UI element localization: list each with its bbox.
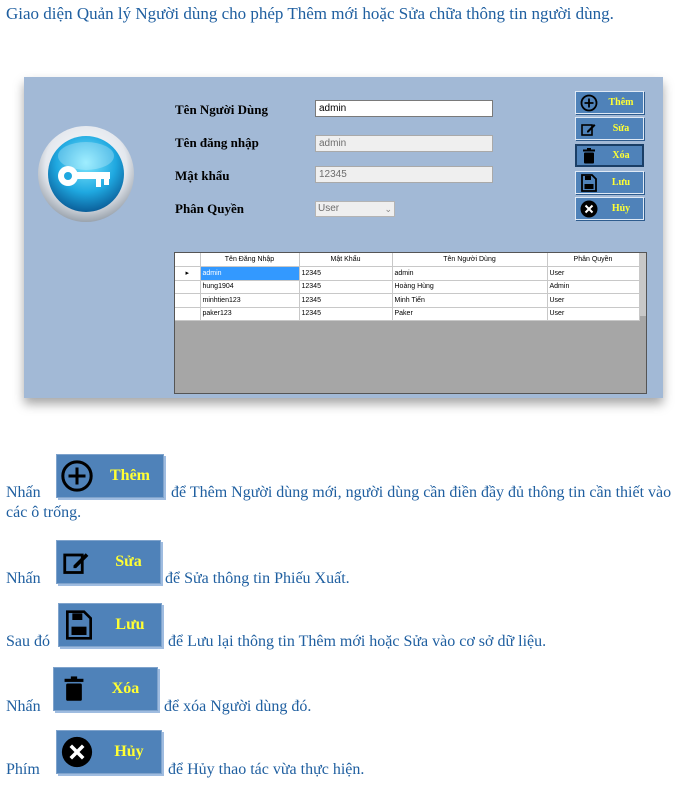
user-management-window: Tên Người Dùng admin Tên đăng nhập admin…: [24, 77, 663, 398]
table-cell[interactable]: User: [547, 307, 640, 321]
intro-text: Giao diện Quản lý Người dùng cho phép Th…: [6, 4, 614, 23]
name-field[interactable]: admin: [315, 100, 493, 117]
role-value: User: [318, 203, 340, 214]
column-header-login[interactable]: Tên Đăng Nhập: [200, 253, 300, 267]
password-label: Mật khẩu: [175, 168, 230, 183]
users-table: Tên Đăng Nhập Mật Khẩu Tên Người Dùng Ph…: [175, 253, 640, 321]
edit-button[interactable]: Sửa: [575, 117, 644, 140]
delete-button[interactable]: Xóa: [575, 144, 644, 167]
role-select[interactable]: User ⌄: [315, 201, 395, 217]
table-cell[interactable]: User: [547, 293, 640, 308]
close-circle-icon: [57, 736, 97, 768]
table-row[interactable]: ▸ admin 12345 admin User: [175, 266, 640, 281]
table-cell[interactable]: 12345: [299, 293, 393, 308]
delete-instruction-prefix: Nhấn: [6, 698, 41, 715]
trash-icon: [54, 675, 94, 703]
plus-circle-icon: [579, 93, 599, 113]
row-header: [175, 280, 201, 294]
edit-button-label: Sửa: [612, 123, 630, 134]
cancel-instruction-prefix: Phím: [6, 761, 40, 778]
edit-instruction-text: để Sửa thông tin Phiếu Xuất.: [165, 570, 350, 587]
row-header: [175, 293, 201, 308]
table-cell[interactable]: Minh Tiến: [392, 293, 548, 308]
table-cell[interactable]: 12345: [299, 280, 393, 294]
save-instruction-text: để Lưu lại thông tin Thêm mới hoặc Sửa v…: [168, 633, 547, 650]
table-row[interactable]: hung1904 12345 Hoàng Hùng Admin: [175, 280, 640, 294]
name-label: Tên Người Dùng: [175, 102, 269, 117]
cancel-sample-label: Hủy: [114, 743, 144, 760]
save-button-label: Lưu: [611, 177, 631, 188]
key-icon: [38, 126, 134, 222]
save-icon: [579, 173, 599, 193]
save-sample-label: Lưu: [115, 616, 145, 633]
vertical-scrollbar[interactable]: [640, 253, 646, 316]
table-cell[interactable]: minhtien123: [200, 293, 300, 308]
edit-instruction-prefix: Nhấn: [6, 570, 41, 587]
trash-icon: [579, 146, 599, 166]
table-cell[interactable]: 12345: [299, 266, 393, 281]
table-row[interactable]: paker123 12345 Paker User: [175, 307, 640, 321]
delete-instruction-text: để xóa Người dùng đó.: [164, 698, 312, 715]
table-cell[interactable]: admin: [392, 266, 548, 281]
chevron-down-icon: ⌄: [384, 204, 392, 214]
edit-button-sample: Sửa: [56, 540, 161, 584]
table-cell[interactable]: admin: [200, 266, 300, 281]
add-instruction-text: để Thêm Người dùng mới, người dùng cần đ…: [6, 484, 672, 521]
save-instruction-prefix: Sau đó: [6, 633, 50, 650]
add-button-label: Thêm: [608, 97, 634, 108]
column-header-role[interactable]: Phân Quyền: [547, 253, 640, 267]
table-cell[interactable]: Admin: [547, 280, 640, 294]
table-cell[interactable]: User: [547, 266, 640, 281]
delete-button-label: Xóa: [612, 150, 630, 161]
column-header-password[interactable]: Mật Khẩu: [299, 253, 393, 267]
table-cell[interactable]: 12345: [299, 307, 393, 321]
role-label: Phân Quyền: [175, 201, 244, 216]
edit-sample-label: Sửa: [115, 553, 142, 570]
password-field[interactable]: 12345: [315, 166, 493, 183]
cancel-button-sample: Hủy: [56, 730, 162, 774]
cancel-instruction-text: để Hủy thao tác vừa thực hiện.: [168, 761, 365, 778]
column-header-user-name[interactable]: Tên Người Dùng: [392, 253, 548, 267]
row-header: [175, 307, 201, 321]
table-cell[interactable]: Hoàng Hùng: [392, 280, 548, 294]
delete-sample-label: Xóa: [111, 680, 140, 697]
current-row-arrow-icon: ▸: [175, 266, 201, 281]
save-icon: [59, 610, 99, 640]
login-label: Tên đăng nhập: [175, 135, 259, 150]
cancel-button-label: Hủy: [611, 203, 631, 214]
table-cell[interactable]: hung1904: [200, 280, 300, 294]
edit-icon: [57, 548, 97, 576]
edit-icon: [579, 119, 599, 139]
table-cell[interactable]: paker123: [200, 307, 300, 321]
save-button[interactable]: Lưu: [575, 171, 644, 194]
row-header-corner: [175, 253, 201, 267]
save-button-sample: Lưu: [58, 603, 162, 647]
users-grid[interactable]: Tên Đăng Nhập Mật Khẩu Tên Người Dùng Ph…: [174, 252, 647, 394]
login-field[interactable]: admin: [315, 135, 493, 152]
table-row[interactable]: minhtien123 12345 Minh Tiến User: [175, 293, 640, 308]
cancel-button[interactable]: Hủy: [575, 197, 644, 220]
table-cell[interactable]: Paker: [392, 307, 548, 321]
close-circle-icon: [579, 199, 599, 219]
add-button[interactable]: Thêm: [575, 91, 644, 114]
delete-button-sample: Xóa: [53, 667, 158, 711]
